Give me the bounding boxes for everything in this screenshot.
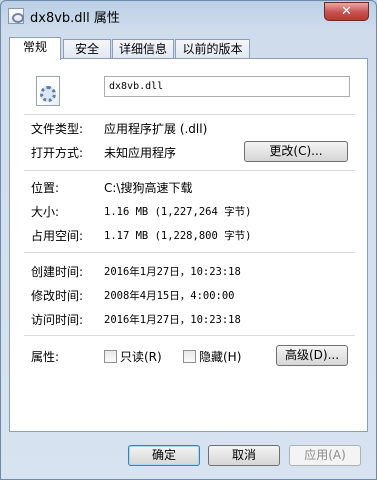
location-label: 位置:: [31, 181, 60, 195]
location-value: C:\搜狗高速下载: [104, 181, 193, 195]
size-value: 1.16 MB (1,227,264 字节): [104, 206, 252, 218]
open-with-label: 打开方式:: [31, 146, 84, 160]
filename-input[interactable]: dx8vb.dll: [104, 76, 350, 97]
modified-label: 修改时间:: [31, 289, 84, 303]
general-panel: dx8vb.dll 文件类型: 应用程序扩展 (.dll) 打开方式: 未知应用…: [9, 58, 368, 432]
accessed-value: 2016年1月27日，10:23:18: [104, 314, 241, 326]
gear-icon: [40, 86, 56, 102]
hidden-checkbox-box[interactable]: [183, 350, 196, 363]
tab-details[interactable]: 详细信息: [112, 39, 174, 59]
cancel-button[interactable]: 取消: [208, 445, 280, 466]
file-properties-icon: [8, 8, 24, 24]
separator: [24, 114, 355, 115]
file-type-label: 文件类型:: [31, 122, 84, 136]
hidden-checkbox[interactable]: 隐藏(H): [183, 348, 241, 364]
open-with-value: 未知应用程序: [104, 146, 177, 160]
hidden-checkbox-label: 隐藏(H): [199, 350, 242, 364]
tab-general[interactable]: 常规: [9, 37, 61, 60]
file-type-value: 应用程序扩展 (.dll): [104, 122, 208, 136]
close-icon: ✕: [341, 4, 352, 19]
window-title: dx8vb.dll 属性: [30, 11, 120, 26]
size-label: 大小:: [31, 205, 60, 219]
ok-button[interactable]: 确定: [128, 445, 200, 466]
separator: [24, 335, 355, 336]
created-label: 创建时间:: [31, 265, 84, 279]
tab-security[interactable]: 安全: [63, 39, 111, 59]
attributes-label: 属性:: [31, 350, 60, 364]
change-button[interactable]: 更改(C)...: [244, 141, 348, 162]
apply-button[interactable]: 应用(A): [289, 445, 361, 466]
size-on-disk-label: 占用空间:: [31, 229, 84, 243]
size-on-disk-value: 1.17 MB (1,228,800 字节): [104, 230, 252, 242]
title-bar[interactable]: dx8vb.dll 属性 ✕: [1, 1, 376, 31]
close-button[interactable]: ✕: [324, 2, 369, 21]
separator: [24, 170, 355, 171]
properties-window: dx8vb.dll 属性 ✕ 常规 安全 详细信息 以前的版本 dx8vb.dl…: [0, 0, 377, 480]
modified-value: 2008年4月15日，4:00:00: [104, 290, 235, 302]
separator: [24, 252, 355, 253]
created-value: 2016年1月27日，10:23:18: [104, 266, 241, 278]
advanced-button[interactable]: 高级(D)...: [276, 345, 348, 366]
dll-file-icon: [36, 76, 60, 106]
readonly-checkbox[interactable]: 只读(R): [104, 348, 162, 364]
tab-previous-versions[interactable]: 以前的版本: [175, 39, 250, 59]
accessed-label: 访问时间:: [31, 313, 84, 327]
readonly-checkbox-box[interactable]: [104, 350, 117, 363]
readonly-checkbox-label: 只读(R): [120, 350, 162, 364]
